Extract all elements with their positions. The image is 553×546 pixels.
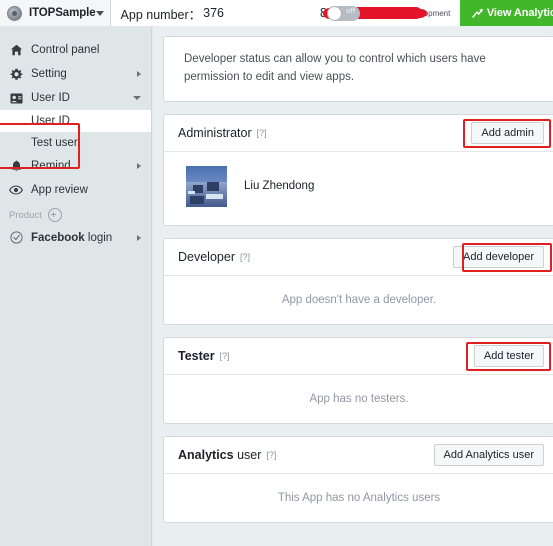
avatar-snow bbox=[188, 190, 195, 194]
chevron-right-icon[interactable] bbox=[137, 163, 141, 169]
avatar bbox=[186, 165, 227, 207]
sidebar: Control panel Setting User ID User ID Te… bbox=[0, 26, 152, 546]
app-name-label: ITOPSample bbox=[29, 7, 96, 19]
chevron-right-icon[interactable] bbox=[137, 234, 141, 241]
product-label: Product bbox=[9, 209, 42, 221]
help-marker[interactable]: [?] bbox=[240, 252, 250, 262]
bell-icon bbox=[9, 160, 23, 173]
add-admin-button[interactable]: Add admin bbox=[471, 121, 544, 144]
analytics-title-bold: Analytics bbox=[178, 447, 234, 462]
analytics-user-title: Analytics user bbox=[178, 448, 261, 462]
view-analytics-label: View Analytics bbox=[486, 7, 553, 19]
main-content: Developer status can allow you to contro… bbox=[153, 26, 553, 546]
chevron-right-icon[interactable] bbox=[137, 71, 141, 77]
sidebar-item-label: Remind bbox=[31, 160, 71, 172]
app-number-area: App number： 376 8 bbox=[111, 0, 422, 26]
view-analytics-button[interactable]: View Analytics bbox=[460, 0, 553, 26]
developer-empty-state: App doesn't have a developer. bbox=[164, 276, 553, 324]
help-marker[interactable]: [?] bbox=[220, 351, 230, 361]
facebook-login-label-suffix: login bbox=[87, 231, 113, 244]
development-mode-toggle[interactable]: off bbox=[326, 5, 360, 21]
sidebar-item-setting[interactable]: Setting bbox=[0, 62, 151, 86]
facebook-login-label: Facebook login bbox=[31, 232, 137, 244]
developer-title: Developer bbox=[178, 249, 235, 264]
analytics-user-card: Analytics user [?] Add Analytics user Th… bbox=[163, 435, 553, 523]
avatar-snow bbox=[206, 193, 223, 199]
top-bar: ITOPSample App number： 376 8 off Status:… bbox=[0, 0, 553, 27]
sidebar-item-label: Control panel bbox=[31, 44, 100, 56]
facebook-login-label-bold: Facebook bbox=[31, 231, 85, 244]
app-circle-icon bbox=[7, 5, 22, 21]
sidebar-item-remind[interactable]: Remind bbox=[0, 154, 151, 178]
sidebar-item-app-review[interactable]: App review bbox=[0, 178, 151, 202]
tester-empty-state: App has no testers. bbox=[164, 375, 553, 423]
administrator-member-list: Liu Zhendong bbox=[164, 152, 553, 225]
product-section-header: Product bbox=[0, 202, 151, 226]
administrator-card: Administrator [?] Add admin Liu Zhendong bbox=[163, 113, 553, 226]
app-number-label: App number： bbox=[120, 7, 202, 22]
gear-icon bbox=[9, 68, 23, 81]
tester-card: Tester [?] Add tester App has no testers… bbox=[163, 336, 553, 424]
avatar-house bbox=[207, 181, 219, 191]
analytics-user-empty-state: This App has no Analytics users bbox=[164, 474, 553, 522]
sidebar-item-control-panel[interactable]: Control panel bbox=[0, 38, 151, 62]
add-tester-button[interactable]: Add tester bbox=[473, 344, 544, 367]
sidebar-subitem-test-user[interactable]: Test user bbox=[0, 132, 151, 154]
sidebar-item-label: User ID bbox=[31, 92, 70, 104]
eye-icon bbox=[9, 185, 23, 195]
app-number-value: 376 bbox=[203, 6, 225, 20]
admin-member-name: Liu Zhendong bbox=[244, 180, 315, 193]
sidebar-item-facebook-login[interactable]: Facebook login bbox=[0, 226, 151, 249]
home-icon bbox=[9, 44, 23, 56]
add-developer-button[interactable]: Add developer bbox=[453, 245, 544, 268]
sidebar-item-label: App review bbox=[31, 184, 88, 196]
avatar-house bbox=[190, 195, 204, 204]
analytics-user-card-header: Analytics user [?] Add Analytics user bbox=[164, 437, 553, 474]
developer-empty-text: App doesn't have a developer. bbox=[281, 293, 437, 306]
sidebar-subitem-user-id[interactable]: User ID bbox=[0, 110, 151, 132]
toggle-knob bbox=[327, 6, 341, 20]
developer-card: Developer [?] Add developer App doesn't … bbox=[163, 237, 553, 325]
administrator-card-header: Administrator [?] Add admin bbox=[164, 115, 553, 152]
trend-arrow-icon bbox=[472, 8, 483, 18]
analytics-user-empty-text: This App has no Analytics users bbox=[277, 491, 441, 504]
chevron-down-icon[interactable] bbox=[95, 10, 104, 16]
tester-card-header: Tester [?] Add tester bbox=[164, 338, 553, 375]
app-switcher[interactable]: ITOPSample bbox=[0, 0, 111, 26]
developer-status-notice-card: Developer status can allow you to contro… bbox=[163, 36, 553, 102]
administrator-title: Administrator bbox=[178, 125, 252, 140]
tester-empty-text: App has no testers. bbox=[309, 392, 409, 405]
sidebar-nav-list: Control panel Setting User ID User ID Te… bbox=[0, 26, 151, 249]
help-marker[interactable]: [?] bbox=[257, 128, 267, 138]
id-card-icon bbox=[9, 93, 23, 104]
notice-text: Developer status can allow you to contro… bbox=[184, 53, 486, 83]
app-root: ITOPSample App number： 376 8 off Status:… bbox=[0, 0, 553, 546]
developer-card-header: Developer [?] Add developer bbox=[164, 239, 553, 276]
toggle-state-label: off bbox=[346, 7, 355, 15]
analytics-title-rest: user bbox=[233, 447, 262, 462]
sidebar-item-user-id[interactable]: User ID bbox=[0, 86, 151, 110]
sidebar-item-label: Setting bbox=[31, 68, 67, 80]
chevron-down-icon[interactable] bbox=[133, 96, 141, 100]
tester-title: Tester bbox=[178, 348, 215, 363]
help-marker[interactable]: [?] bbox=[266, 450, 276, 460]
plus-circle-icon[interactable] bbox=[47, 208, 62, 222]
add-analytics-user-button[interactable]: Add Analytics user bbox=[433, 443, 544, 466]
check-circle-icon bbox=[9, 231, 23, 244]
